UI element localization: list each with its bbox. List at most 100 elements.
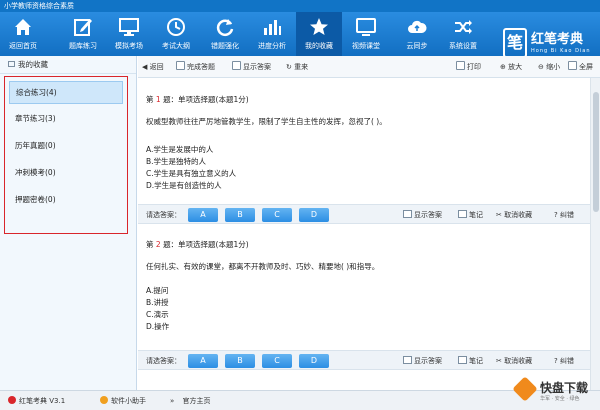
notes-link[interactable]: 笔记 — [458, 210, 483, 220]
note-icon — [458, 210, 467, 218]
answer-bar: 请选答案： A B C D 显示答案 笔记 ✂ 取消收藏 ? 纠错 — [138, 204, 590, 224]
screen-icon — [356, 18, 376, 36]
watermark: 快盘下载 华军 · 安全 · 绿色 — [512, 376, 596, 406]
sidebar-item-past-exams[interactable]: 历年真题(0) — [9, 135, 123, 158]
question-number: 1 — [155, 95, 161, 104]
print-button[interactable]: 打印 — [456, 61, 481, 73]
toolbar-home-label: 返回首页 — [9, 42, 37, 50]
unfavorite-icon: ✂ — [496, 211, 505, 219]
zoom-out-icon: ⊖ — [538, 63, 547, 71]
toolbar-settings-button[interactable]: 系统设置 — [440, 12, 486, 56]
brand-name: 红笔考典 — [531, 32, 584, 47]
finish-answer-button[interactable]: 完成答题 — [176, 61, 215, 73]
brand-subtitle: Hong Bi Kao Dian — [531, 48, 591, 54]
sidebar-item-label: 综合练习(4) — [16, 88, 57, 97]
answer-choice-a[interactable]: A — [188, 354, 218, 368]
question-option: D.操作 — [146, 322, 170, 331]
report-error-link[interactable]: ? 纠错 — [554, 356, 574, 366]
sidebar-item-label: 历年真题(0) — [15, 141, 56, 150]
eye-icon — [232, 61, 241, 70]
vertical-scrollbar[interactable] — [590, 78, 600, 390]
sidebar-item-label: 章节练习(3) — [15, 114, 56, 123]
toolbar-mock-exam-label: 模拟考场 — [115, 42, 143, 50]
toolbar-favorites-button[interactable]: 我的收藏 — [296, 12, 342, 56]
toolbar-syllabus-button[interactable]: 考试大纲 — [153, 12, 199, 56]
toolbar-cloud-sync-label: 云同步 — [406, 42, 428, 50]
sidebar-item-label: 押题密卷(0) — [15, 195, 56, 204]
sidebar-category-list: 综合练习(4) 章节练习(3) 历年真题(0) 冲刺模考(0) 押题密卷(0) — [4, 76, 128, 234]
content-toolbar: ◀ 返回 完成答题 显示答案 ↻ 重来 打印 ⊕ 放大 ⊖ 缩小 全屏 — [138, 56, 600, 78]
redo-icon: ↻ — [286, 63, 295, 71]
edit-icon — [74, 19, 92, 36]
double-chevron-icon: » — [170, 397, 177, 405]
sidebar-item-sprint-mock[interactable]: 冲刺模考(0) — [9, 162, 123, 185]
scrollbar-thumb[interactable] — [593, 92, 599, 212]
sidebar-item-label: 冲刺模考(0) — [15, 168, 56, 177]
sidebar: 我的收藏 综合练习(4) 章节练习(3) 历年真题(0) 冲刺模考(0) 押题密… — [0, 56, 137, 390]
sidebar-item-comprehensive[interactable]: 综合练习(4) — [9, 81, 123, 104]
answer-choice-b[interactable]: B — [225, 354, 255, 368]
printer-icon — [456, 61, 465, 70]
version-label: 红笔考典 V3.1 — [8, 396, 65, 406]
redo-button[interactable]: ↻ 重来 — [286, 61, 308, 73]
sidebar-item-predicted-papers[interactable]: 押题密卷(0) — [9, 189, 123, 212]
toolbar-wrong-questions-button[interactable]: 错题强化 — [202, 12, 248, 56]
toolbar-cloud-sync-button[interactable]: 云同步 — [394, 12, 440, 56]
toolbar-wrong-questions-label: 错题强化 — [211, 42, 239, 50]
fullscreen-icon — [568, 61, 577, 70]
question-option: B.学生是独特的人 — [146, 157, 207, 166]
refresh-icon — [216, 19, 234, 36]
question-scroll-area[interactable]: 第 1 题：单项选择题(本题1分) 权威型教师往往严厉地管教学生，限制了学生自主… — [138, 78, 590, 390]
toolbar-settings-label: 系统设置 — [449, 42, 477, 50]
unfavorite-link[interactable]: ✂ 取消收藏 — [496, 356, 532, 366]
bar-chart-icon — [264, 20, 281, 35]
question-option: C.学生是具有独立意义的人 — [146, 169, 237, 178]
toolbar-mock-exam-button[interactable]: 模拟考场 — [106, 12, 152, 56]
question-title: 第 2 题：单项选择题(本题1分) — [146, 240, 249, 249]
answer-prompt: 请选答案： — [146, 357, 181, 365]
sidebar-header-label: 我的收藏 — [18, 60, 48, 69]
answer-choice-d[interactable]: D — [299, 208, 329, 222]
watermark-subtext: 华军 · 安全 · 绿色 — [540, 396, 580, 402]
folder-icon — [8, 61, 15, 67]
assistant-icon — [100, 396, 108, 404]
watermark-text: 快盘下载 — [540, 381, 589, 395]
answer-icon — [403, 356, 412, 364]
assistant-link[interactable]: 软件小助手 — [100, 396, 146, 406]
unfavorite-link[interactable]: ✂ 取消收藏 — [496, 210, 532, 220]
homepage-link[interactable]: » 官方主页 — [170, 396, 211, 406]
back-button[interactable]: ◀ 返回 — [142, 61, 164, 73]
cloud-icon — [408, 20, 427, 33]
answer-choice-c[interactable]: C — [262, 354, 292, 368]
sidebar-item-chapter[interactable]: 章节练习(3) — [9, 108, 123, 131]
shuffle-icon — [455, 20, 472, 34]
show-answer-link[interactable]: 显示答案 — [403, 356, 442, 366]
back-arrow-icon: ◀ — [142, 63, 150, 71]
answer-choice-d[interactable]: D — [299, 354, 329, 368]
toolbar-progress-label: 进度分析 — [258, 42, 286, 50]
toolbar-video-label: 视频课堂 — [352, 42, 380, 50]
toolbar-progress-button[interactable]: 进度分析 — [249, 12, 295, 56]
zoom-out-button[interactable]: ⊖ 缩小 — [538, 61, 560, 73]
question-stem: 权威型教师往往严厉地管教学生，限制了学生自主性的发挥，忽视了( )。 — [146, 117, 387, 126]
watermark-logo-icon — [512, 376, 538, 402]
zoom-in-button[interactable]: ⊕ 放大 — [500, 61, 522, 73]
question-option: C.演示 — [146, 310, 169, 319]
toolbar-video-button[interactable]: 视频课堂 — [343, 12, 389, 56]
fullscreen-button[interactable]: 全屏 — [568, 61, 593, 73]
show-answer-button[interactable]: 显示答案 — [232, 61, 271, 73]
answer-icon — [403, 210, 412, 218]
notes-link[interactable]: 笔记 — [458, 356, 483, 366]
toolbar-question-bank-button[interactable]: 题库练习 — [60, 12, 106, 56]
answer-choice-c[interactable]: C — [262, 208, 292, 222]
toolbar-question-bank-label: 题库练习 — [69, 42, 97, 50]
clock-icon — [167, 18, 185, 36]
question-title: 第 1 题：单项选择题(本题1分) — [146, 95, 249, 104]
show-answer-link[interactable]: 显示答案 — [403, 210, 442, 220]
toolbar-home-button[interactable]: 返回首页 — [0, 12, 46, 56]
answer-choice-a[interactable]: A — [188, 208, 218, 222]
brand-mark: 笔 — [503, 28, 527, 58]
answer-choice-b[interactable]: B — [225, 208, 255, 222]
toolbar-syllabus-label: 考试大纲 — [162, 42, 190, 50]
report-error-link[interactable]: ? 纠错 — [554, 210, 574, 220]
